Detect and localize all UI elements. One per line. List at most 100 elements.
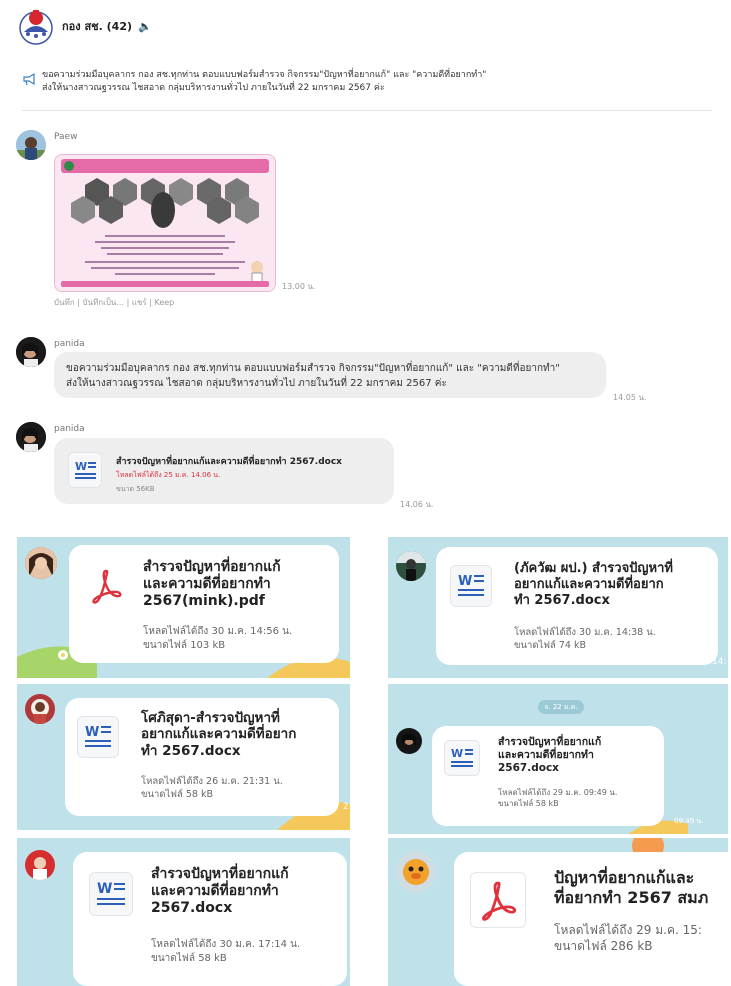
shared-image[interactable] (54, 154, 276, 292)
file-expiry: โหลดไฟล์ได้ถึง 29 ม.ค. 15: (554, 923, 702, 937)
file-name-line-2: และความดีที่อยากทำ (143, 576, 271, 593)
message-bubble[interactable]: ขอความร่วมมือบุคลากร กอง สช.ทุกท่าน ตอบแ… (54, 352, 606, 398)
file-card[interactable]: ปัญหาที่อยากแก้และ ที่อยากทำ 2567 สมภ โห… (454, 852, 728, 986)
group-avatar[interactable] (16, 6, 56, 46)
word-icon: W (89, 872, 133, 916)
file-name-line-2: และความดีที่อยากทำ (151, 883, 279, 900)
sender-name: panida (54, 339, 85, 349)
announcement-line-2: ส่งให้นางสาวณฐวรรณ ไชสอาด กลุ่มบริหารงาน… (42, 83, 385, 93)
date-chip: จ. 22 ม.ค. (538, 700, 584, 714)
file-name-line-1: สำรวจปัญหาที่อยากแก้ (143, 559, 281, 575)
message-time: 14: (712, 657, 727, 667)
chat-title-text: กอง สช. (42) (62, 20, 133, 33)
file-expiry: โหลดไฟล์ได้ถึง 30 ม.ค. 14:38 น. (514, 627, 656, 638)
avatar[interactable] (16, 130, 46, 160)
file-name-line-1: โศภิสุดา-สำรวจปัญหาที่ (141, 710, 280, 726)
message-time: 14.05 น. (613, 393, 647, 402)
image-actions[interactable]: บันทึก | บันทึกเป็น... | แชร์ | Keep (54, 296, 174, 309)
message-time: 14.06 น. (400, 500, 434, 509)
poster-image-icon (55, 155, 275, 291)
speaker-icon[interactable]: 🔈 (138, 20, 152, 33)
file-size: ขนาดไฟล์ 103 kB (143, 639, 226, 651)
file-name-line-3: 2567.docx (498, 761, 559, 774)
message-line-2: ส่งให้นางสาวณฐวรรณ ไชสอาด กลุ่มบริหารงาน… (66, 378, 447, 389)
word-icon: W (450, 565, 492, 607)
file-bubble[interactable]: W สำรวจปัญหาที่อยากแก้และความดีที่อยากทำ… (54, 438, 394, 504)
message-time: 13.00 น. (282, 282, 316, 291)
file-size: ขนาดไฟล์ 286 kB (554, 939, 653, 954)
file-expiry: โหลดไฟล์ได้ถึง 26 ม.ค. 21:31 น. (141, 776, 283, 787)
file-message-tile[interactable]: สำรวจปัญหาที่อยากแก้ และความดีที่อยากทำ … (17, 537, 350, 678)
sender-name: panida (54, 424, 85, 434)
chat-title: กอง สช. (42) 🔈 (62, 17, 152, 35)
file-name-line-2: อยากแก้และความดีที่อยาก (141, 726, 297, 743)
file-message-tile[interactable]: W สำรวจปัญหาที่อยากแก้ และความดีที่อยากท… (17, 838, 350, 986)
file-name: สำรวจปัญหาที่อยากแก้และความดีที่อยากทำ 2… (116, 457, 342, 467)
file-name-line-1: ปัญหาที่อยากแก้และ (554, 868, 695, 887)
file-expiry: โหลดไฟล์ได้ถึง 30 ม.ค. 14:56 น. (143, 626, 293, 637)
file-expiry: โหลดไฟล์ได้ถึง 29 ม.ค. 09:49 น. (498, 788, 618, 797)
avatar[interactable] (25, 547, 57, 579)
message-time: 2 (343, 802, 349, 812)
file-card[interactable]: W สำรวจปัญหาที่อยากแก้ และความดีที่อยากท… (73, 852, 347, 986)
group-logo-icon (19, 10, 53, 45)
person-photo-icon (16, 130, 46, 160)
megaphone-icon (23, 72, 35, 86)
file-name-line-1: (ภัควัฒ ผป.) สำรวจปัญหาที่ (514, 561, 673, 576)
svg-text:W: W (97, 881, 112, 897)
file-message-tile[interactable]: จ. 22 ม.ค. W สำรวจปัญหาที่อยากแก้ และควา… (388, 684, 728, 834)
file-name-line-3: 2567.docx (151, 900, 233, 917)
message-line-1: ขอความร่วมมือบุคลากร กอง สช.ทุกท่าน ตอบแ… (66, 363, 560, 374)
file-name-line-1: สำรวจปัญหาที่อยากแก้ (498, 736, 602, 748)
person-photo-icon (25, 850, 55, 880)
file-expiry: โหลดไฟล์ได้ถึง 25 ม.ค. 14.06 น. (116, 471, 221, 479)
avatar[interactable] (396, 551, 426, 581)
person-photo-icon (16, 337, 46, 367)
file-name-line-2: และความดีที่อยากทำ (498, 748, 594, 761)
word-icon: W (68, 452, 102, 488)
message-time: 09:49 น. (674, 817, 704, 825)
person-photo-icon (396, 728, 422, 754)
file-name-line-1: สำรวจปัญหาที่อยากแก้ (151, 866, 289, 882)
file-name-line-3: ทำ 2567.docx (141, 742, 241, 759)
person-photo-icon (16, 422, 46, 452)
svg-text:W: W (75, 460, 87, 473)
file-name-line-2: อยากแก้และความดีที่อยาก (514, 576, 664, 592)
svg-text:W: W (85, 725, 99, 740)
file-name-line-2: ที่อยากทำ 2567 สมภ (554, 887, 709, 907)
file-name-line-3: 2567(mink).pdf (143, 593, 265, 610)
avatar[interactable] (16, 422, 46, 452)
file-card[interactable]: สำรวจปัญหาที่อยากแก้ และความดีที่อยากทำ … (69, 545, 339, 663)
avatar[interactable] (25, 850, 55, 880)
announcement-line-1: ขอความร่วมมือบุคลากร กอง สช.ทุกท่าน ตอบแ… (42, 70, 487, 80)
file-size: ขนาดไฟล์ 58 kB (141, 788, 213, 800)
person-photo-icon (25, 694, 55, 724)
avatar[interactable] (25, 694, 55, 724)
file-size: ขนาดไฟล์ 58 kB (151, 952, 227, 964)
person-photo-icon (396, 551, 426, 581)
word-icon: W (444, 740, 480, 776)
file-message-tile[interactable]: W (ภัควัฒ ผป.) สำรวจปัญหาที่ อยากแก้และค… (388, 537, 728, 678)
file-expiry: โหลดไฟล์ได้ถึง 30 ม.ค. 17:14 น. (151, 939, 301, 950)
pdf-icon (83, 563, 129, 609)
duck-icon (396, 852, 436, 892)
avatar[interactable] (16, 337, 46, 367)
file-size: ขนาด 56KB (116, 485, 155, 493)
file-card[interactable]: W สำรวจปัญหาที่อยากแก้ และความดีที่อยากท… (432, 726, 664, 826)
sender-name: Paew (54, 132, 78, 142)
file-message-tile[interactable]: W โศภิสุดา-สำรวจปัญหาที่ อยากแก้และความด… (17, 684, 350, 830)
avatar[interactable] (396, 852, 436, 892)
file-message-tile[interactable]: ปัญหาที่อยากแก้และ ที่อยากทำ 2567 สมภ โห… (388, 838, 728, 986)
person-photo-icon (25, 547, 57, 579)
file-name-line-3: ทำ 2567.docx (514, 592, 610, 608)
svg-text:W: W (458, 574, 472, 589)
file-size: ขนาดไฟล์ 58 kB (498, 798, 559, 808)
file-card[interactable]: W (ภัควัฒ ผป.) สำรวจปัญหาที่ อยากแก้และค… (436, 547, 718, 665)
avatar[interactable] (396, 728, 422, 754)
file-card[interactable]: W โศภิสุดา-สำรวจปัญหาที่ อยากแก้และความด… (65, 698, 339, 816)
file-size: ขนาดไฟล์ 74 kB (514, 639, 586, 651)
svg-text:W: W (451, 747, 463, 760)
word-icon: W (77, 716, 119, 758)
announcement-banner[interactable]: ขอความร่วมมือบุคลากร กอง สช.ทุกท่าน ตอบแ… (22, 66, 712, 111)
pdf-icon (470, 872, 526, 928)
